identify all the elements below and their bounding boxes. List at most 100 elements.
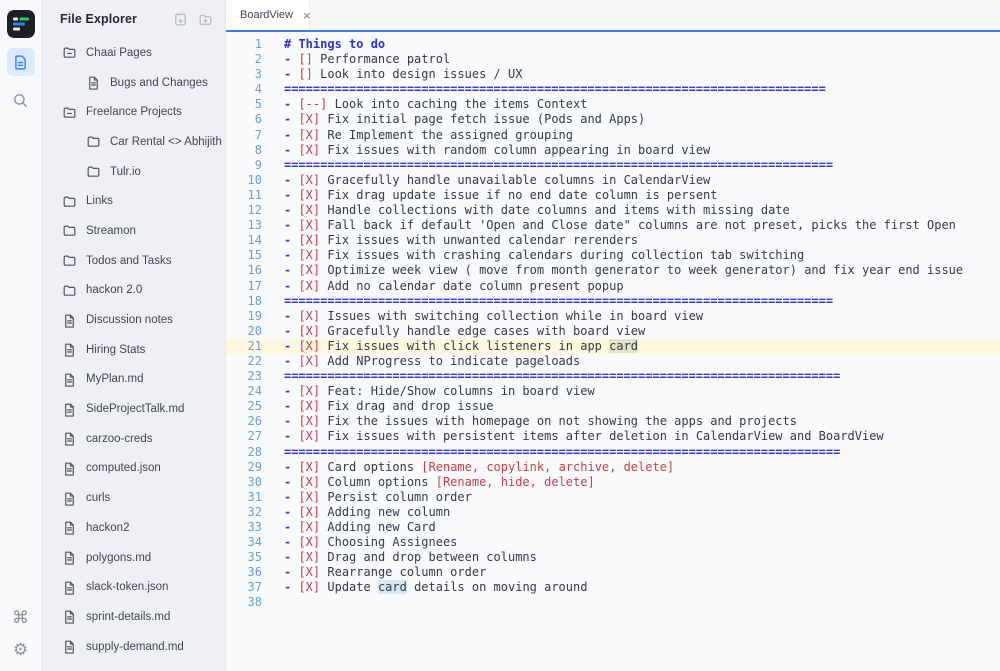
editor-line-29[interactable]: 29 - [X] Card options [Rename, copylink, … xyxy=(226,460,1000,475)
explorer-title: File Explorer xyxy=(60,12,138,26)
new-file-icon[interactable] xyxy=(173,12,188,27)
editor-line-20[interactable]: 20 - [X] Gracefully handle edge cases wit… xyxy=(226,324,1000,339)
folder-icon xyxy=(62,283,77,298)
tree-item-hiring-stats[interactable]: Hiring Stats xyxy=(42,335,225,365)
line-number: 1 xyxy=(254,37,262,51)
tree-item-links[interactable]: Links xyxy=(42,186,225,216)
editor-line-11[interactable]: 11 - [X] Fix drag update issue if no end … xyxy=(226,188,1000,203)
editor-line-18[interactable]: 18 ======================================… xyxy=(226,294,1000,309)
file-icon xyxy=(62,402,77,417)
line-number: 11 xyxy=(247,187,262,202)
code-editor[interactable]: 1 # Things to do 2- [] Performance patrol 3… xyxy=(226,32,1000,671)
line-content: - [X] Fix drag and drop issue xyxy=(284,399,494,414)
tree-item-todos-and-tasks[interactable]: Todos and Tasks xyxy=(42,246,225,276)
editor-line-35[interactable]: 35 - [X] Drag and drop between columns xyxy=(226,550,1000,565)
line-content: - [] Look into design issues / UX xyxy=(284,67,523,82)
file-icon xyxy=(62,313,77,328)
tree-item-carzoo-creds[interactable]: carzoo-creds xyxy=(42,424,225,454)
editor-line-4[interactable]: 4 =======================================… xyxy=(226,82,1000,97)
editor-line-8[interactable]: 8 - [X] Fix issues with random column app… xyxy=(226,143,1000,158)
app-logo[interactable] xyxy=(6,10,35,38)
editor-line-5[interactable]: 5 - [--] Look into caching the items Cont… xyxy=(226,97,1000,112)
editor-line-37[interactable]: 37 - [X] Update card details on moving ar… xyxy=(226,580,1000,595)
tree-item-hackon-2-0[interactable]: hackon 2.0 xyxy=(42,276,225,306)
line-number: 31 xyxy=(247,489,262,504)
editor-line-10[interactable]: 10 - [X] Gracefully handle unavailable co… xyxy=(226,173,1000,188)
editor-line-1[interactable]: 1 # Things to do xyxy=(226,37,1000,52)
line-number: 17 xyxy=(247,278,262,293)
editor-line-32[interactable]: 32 - [X] Adding new column xyxy=(226,505,1000,520)
editor-line-33[interactable]: 33 - [X] Adding new Card xyxy=(226,520,1000,535)
file-icon xyxy=(62,491,77,506)
tree-item-sprint-details-md[interactable]: sprint-details.md xyxy=(42,602,225,632)
search-button[interactable] xyxy=(7,86,35,114)
file-icon xyxy=(62,550,77,565)
editor-line-3[interactable]: 3 - [] Look into design issues / UX xyxy=(226,67,1000,82)
tree-item-curls[interactable]: curls xyxy=(42,483,225,513)
files-button[interactable] xyxy=(6,48,35,76)
tab-boardview[interactable]: BoardView × xyxy=(226,0,311,30)
tree-item-slack-token-json[interactable]: slack-token.json xyxy=(42,572,225,602)
editor-line-9[interactable]: 9 =======================================… xyxy=(226,158,1000,173)
editor-line-25[interactable]: 25 - [X] Fix drag and drop issue xyxy=(226,399,1000,414)
tab-close-icon[interactable]: × xyxy=(303,9,311,22)
editor-line-12[interactable]: 12 - [X] Handle collections with date col… xyxy=(226,203,1000,218)
new-folder-icon[interactable] xyxy=(198,12,213,27)
editor-line-22[interactable]: 22 - [X] Add NProgress to indicate pagelo… xyxy=(226,354,1000,369)
line-number: 37 xyxy=(247,580,262,595)
tab-label: BoardView xyxy=(240,9,293,21)
tree-item-discussion-notes[interactable]: Discussion notes xyxy=(42,305,225,335)
line-number: 30 xyxy=(247,474,262,489)
tree-item-label: Streamon xyxy=(86,224,136,237)
editor-line-31[interactable]: 31 - [X] Persist column order xyxy=(226,490,1000,505)
line-content: - [X] Fix issues with persistent items a… xyxy=(284,429,884,444)
editor-line-16[interactable]: 16 - [X] Optimize week view ( move from m… xyxy=(226,263,1000,278)
editor-line-28[interactable]: 28 ======================================… xyxy=(226,445,1000,460)
editor-line-24[interactable]: 24 - [X] Feat: Hide/Show columns in board… xyxy=(226,384,1000,399)
editor-line-13[interactable]: 13 - [X] Fall back if default 'Open and C… xyxy=(226,218,1000,233)
command-button[interactable]: ⌘ xyxy=(7,603,35,631)
tree-item-computed-json[interactable]: computed.json xyxy=(42,454,225,484)
editor-line-36[interactable]: 36 - [X] Rearrange column order xyxy=(226,565,1000,580)
editor-line-38[interactable]: 38 xyxy=(226,595,1000,610)
tree-item-myplan-md[interactable]: MyPlan.md xyxy=(42,365,225,395)
tree-item-label: computed.json xyxy=(86,462,161,475)
line-number: 4 xyxy=(254,82,262,97)
folder-icon xyxy=(86,134,101,149)
tree-item-polygons-md[interactable]: polygons.md xyxy=(42,543,225,573)
editor-line-26[interactable]: 26 - [X] Fix the issues with homepage on … xyxy=(226,414,1000,429)
editor-line-34[interactable]: 34 - [X] Choosing Assignees xyxy=(226,535,1000,550)
tree-item-label: slack-token.json xyxy=(86,581,169,594)
tree-item-tulr-io[interactable]: Tulr.io xyxy=(42,157,225,187)
tree-item-sideprojecttalk-md[interactable]: SideProjectTalk.md xyxy=(42,394,225,424)
line-content: ========================================… xyxy=(284,82,826,97)
tree-item-streamon[interactable]: Streamon xyxy=(42,216,225,246)
editor-line-19[interactable]: 19 - [X] Issues with switching collection… xyxy=(226,309,1000,324)
tree-item-freelance-projects[interactable]: Freelance Projects xyxy=(42,97,225,127)
editor-line-15[interactable]: 15 - [X] Fix issues with crashing calenda… xyxy=(226,248,1000,263)
line-content: - [X] Card options [Rename, copylink, ar… xyxy=(284,459,675,474)
line-content: - [X] Persist column order xyxy=(284,489,472,504)
editor-line-6[interactable]: 6 - [X] Fix initial page fetch issue (Pod… xyxy=(226,112,1000,127)
editor-line-7[interactable]: 7 - [X] Re Implement the assigned groupin… xyxy=(226,128,1000,143)
line-number: 36 xyxy=(247,565,262,580)
editor-line-17[interactable]: 17 - [X] Add no calendar date column pres… xyxy=(226,279,1000,294)
tree-item-hackon2[interactable]: hackon2 xyxy=(42,513,225,543)
tree-item-label: sprint-details.md xyxy=(86,610,171,623)
line-number: 32 xyxy=(247,504,262,519)
tree-item-label: Freelance Projects xyxy=(86,106,182,119)
tree-item-label: Tulr.io xyxy=(110,165,141,178)
line-content: - [X] Fall back if default 'Open and Clo… xyxy=(284,218,956,233)
tree-item-supply-demand-md[interactable]: supply-demand.md xyxy=(42,632,225,662)
tree-item-car-rental-abhijith[interactable]: Car Rental <> Abhijith xyxy=(42,127,225,157)
editor-line-30[interactable]: 30 - [X] Column options [Rename, hide, de… xyxy=(226,475,1000,490)
editor-line-2[interactable]: 2 - [] Performance patrol xyxy=(226,52,1000,67)
tree-item-chaai-pages[interactable]: Chaai Pages xyxy=(42,38,225,68)
editor-line-21[interactable]: 21 - [X] Fix issues with click listeners … xyxy=(226,338,1000,354)
editor-line-14[interactable]: 14 - [X] Fix issues with unwanted calenda… xyxy=(226,233,1000,248)
line-content: - [X] Re Implement the assigned grouping xyxy=(284,127,574,142)
settings-button[interactable]: ⚙ xyxy=(7,635,35,663)
editor-line-23[interactable]: 23 ======================================… xyxy=(226,369,1000,384)
editor-line-27[interactable]: 27 - [X] Fix issues with persistent items… xyxy=(226,429,1000,444)
tree-item-bugs-and-changes[interactable]: Bugs and Changes xyxy=(42,68,225,98)
